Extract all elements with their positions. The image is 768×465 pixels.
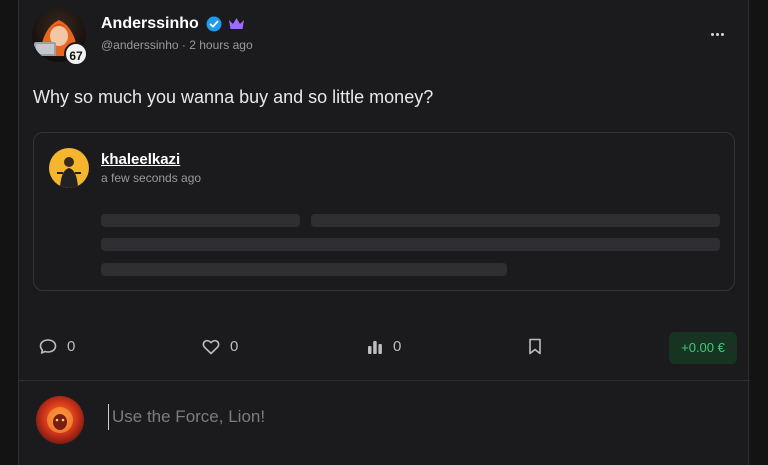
- loading-placeholder: [311, 214, 720, 227]
- more-dot-icon: [715, 32, 719, 36]
- composer-input[interactable]: [108, 404, 668, 430]
- bookmark-button[interactable]: [528, 338, 542, 355]
- author-handle[interactable]: @anderssinho: [101, 38, 179, 52]
- like-count: 0: [230, 338, 239, 355]
- comment-count: 0: [67, 338, 76, 355]
- embed-author-name[interactable]: khaleelkazi: [101, 151, 180, 168]
- embed-time: a few seconds ago: [101, 171, 202, 185]
- views-button[interactable]: 0: [367, 338, 401, 355]
- divider: [19, 380, 750, 381]
- more-dot-icon: [720, 32, 724, 36]
- loading-placeholder: [101, 263, 507, 276]
- meta-separator: ·: [181, 38, 186, 52]
- author-name[interactable]: Anderssinho: [101, 15, 199, 33]
- comment-icon: [39, 339, 57, 354]
- tip-button[interactable]: +0.00 €: [669, 332, 737, 364]
- post-text: Why so much you wanna buy and so little …: [33, 87, 434, 107]
- more-options-button[interactable]: [707, 24, 727, 44]
- heart-icon: [202, 339, 220, 354]
- level-badge: 67: [64, 42, 88, 66]
- loading-placeholder: [101, 214, 300, 227]
- loading-placeholder: [101, 238, 720, 251]
- embedded-post[interactable]: khaleelkazi a few seconds ago: [33, 132, 735, 291]
- comment-button[interactable]: 0: [39, 338, 75, 355]
- verified-icon: [206, 16, 222, 32]
- like-button[interactable]: 0: [202, 338, 238, 355]
- bookmark-icon: [529, 338, 541, 355]
- post-card: 67 Anderssinho @anderssinho · 2 hours ag…: [18, 0, 750, 465]
- views-count: 0: [393, 338, 402, 355]
- bar-chart-icon: [368, 340, 382, 354]
- embed-author-avatar[interactable]: [49, 148, 89, 188]
- crown-icon: [229, 18, 244, 29]
- post-time[interactable]: 2 hours ago: [189, 38, 252, 52]
- more-dot-icon: [710, 32, 714, 36]
- author-meta: @anderssinho · 2 hours ago: [101, 38, 253, 52]
- composer-avatar[interactable]: [36, 396, 84, 444]
